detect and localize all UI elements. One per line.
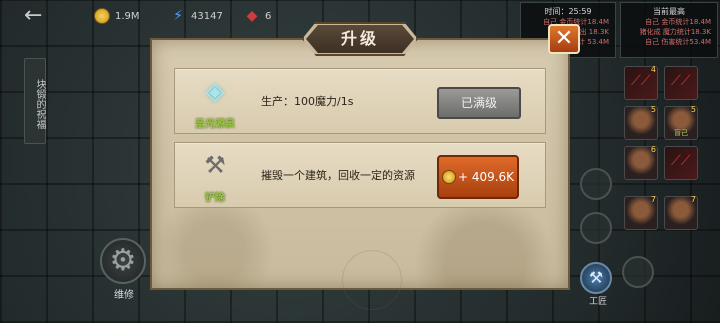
back-arrow-icon[interactable]: ← (24, 4, 62, 28)
craftsman-button[interactable]: ⚒ 工匠 (580, 262, 616, 312)
demolish-name: 铲除 (205, 193, 225, 204)
repair-label: 维修 (114, 290, 134, 301)
gold-coin-icon (441, 170, 456, 184)
upgrade-row: ◈ 圣光源泉 生产：100魔力/1s 已满级 (174, 68, 546, 134)
demolish-row: ⚒ 铲除 摧毁一个建筑，回收一定的资源 + 409.6K (174, 142, 546, 208)
building-name: 圣光源泉 (195, 119, 235, 130)
unit-portrait[interactable] (664, 146, 698, 180)
gold-coin-icon (94, 8, 110, 24)
building-info: ◈ 圣光源泉 (183, 73, 247, 131)
blood-value: 6 (265, 10, 272, 22)
unit-portrait[interactable]: 4 (624, 65, 658, 100)
unit-portrait[interactable] (664, 66, 698, 100)
shovel-icon: ⚒ (204, 151, 226, 179)
stats-line: 自己 伤害统计53.4M (645, 38, 711, 46)
unit-portrait[interactable]: 7 (624, 195, 658, 230)
demolish-info: ⚒ 铲除 (183, 147, 247, 205)
slot-ring[interactable] (580, 212, 612, 244)
current-high-label: 当前最高 (653, 7, 685, 16)
crystal-tower-icon: ◈ (205, 77, 225, 105)
hammer-icon: ⚒ (580, 262, 612, 294)
demolish-reward: + 409.6K (457, 170, 515, 184)
background-emblem (342, 250, 402, 310)
lightning-icon: ⚡ (173, 8, 183, 24)
blood-counter: ◆ 6 (244, 6, 272, 26)
demolish-text: 摧毁一个建筑，回收一定的资源 (261, 169, 415, 182)
stats-best: 当前最高 自己 金币统计18.4M 猪化成 魔力统计18.3K 自己 伤害统计5… (620, 2, 718, 58)
mana-value: 43147 (191, 10, 223, 22)
timer-label: 时间：25:59 (544, 7, 592, 16)
close-icon[interactable]: ✕ (548, 24, 580, 54)
gear-icon: ⚙ (100, 238, 146, 284)
unit-portrait[interactable]: 5 (624, 105, 658, 140)
mana-counter: ⚡ 43147 (170, 6, 223, 26)
stats-line: 猪化成 魔力统计18.3K (639, 28, 711, 36)
blessing-tab[interactable]: 块锻的祝福 (24, 58, 46, 144)
gold-counter: 1.9M (94, 6, 140, 26)
unit-portrait[interactable]: 5 盲己 (664, 105, 698, 140)
slot-ring[interactable] (622, 256, 654, 288)
unit-portrait[interactable]: 7 (664, 195, 698, 230)
modal-title: 升级 (306, 25, 414, 53)
slot-ring[interactable] (580, 168, 612, 200)
unit-portrait[interactable]: 6 (624, 145, 658, 180)
craftsman-label: 工匠 (588, 297, 607, 307)
stats-line: 自己 金币统计18.4M (645, 18, 711, 26)
blood-drop-icon: ◆ (246, 8, 258, 24)
max-level-button[interactable]: 已满级 (437, 87, 521, 119)
repair-button[interactable]: ⚙ 维修 (100, 238, 148, 304)
demolish-button[interactable]: + 409.6K (437, 155, 519, 199)
production-text: 生产：100魔力/1s (261, 95, 354, 108)
gold-value: 1.9M (115, 10, 140, 22)
